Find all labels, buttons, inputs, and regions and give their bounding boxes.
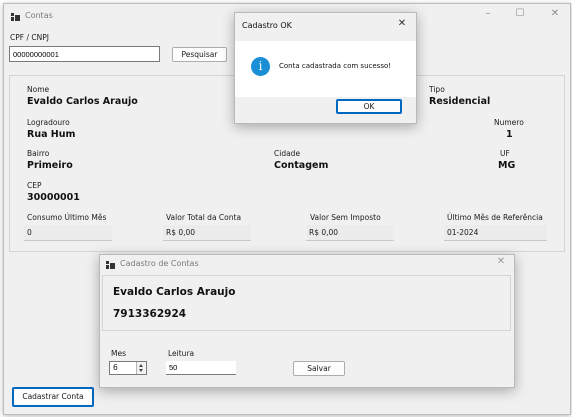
info-icon: i [251,57,270,76]
window-title: Contas [25,11,53,20]
bairro-value: Primeiro [27,160,73,171]
valor-sem-imposto-label: Valor Sem Imposto [310,213,381,222]
consumo-label: Consumo Último Mês [27,213,107,222]
register-dialog-title: Cadastro de Contas [120,259,199,268]
uf-label: UF [500,149,510,158]
uf-value: MG [498,160,516,171]
leitura-label: Leitura [168,349,195,358]
cadastro-de-contas-dialog: Cadastro de Contas ✕ Evaldo Carlos Arauj… [99,254,515,388]
ok-button[interactable]: OK [336,99,402,114]
customer-name: Evaldo Carlos Araujo [113,286,236,298]
maximize-button[interactable]: ☐ [513,8,527,19]
mes-stepper[interactable]: 6 [109,361,147,375]
cpf-input[interactable] [9,46,160,62]
message-text: Conta cadastrada com sucesso! [279,62,392,70]
cep-value: 30000001 [27,192,80,203]
minimize-button[interactable]: – [481,8,495,19]
stepper-arrows[interactable] [136,362,146,374]
message-box-close-button[interactable]: ✕ [395,18,409,29]
cadastro-ok-dialog: Cadastro OK ✕ i Conta cadastrada com suc… [234,12,417,124]
message-box-title: Cadastro OK [242,21,292,30]
nome-label: Nome [27,85,50,94]
search-button[interactable]: Pesquisar [172,47,227,62]
cep-label: CEP [27,181,42,190]
consumo-field: 0 [24,225,112,241]
mes-value: 6 [113,363,118,372]
register-dialog-close-button[interactable]: ✕ [494,256,508,267]
logradouro-label: Logradouro [27,118,70,127]
valor-sem-imposto-field: R$ 0,00 [306,225,394,241]
cidade-value: Contagem [274,160,329,171]
customer-number: 7913362924 [113,308,187,320]
chevron-up-icon[interactable] [139,364,143,367]
tipo-value: Residencial [429,96,491,107]
ultimo-mes-label: Último Mês de Referência [447,213,543,222]
numero-value: 1 [506,129,513,140]
ultimo-mes-field: 01-2024 [444,225,547,241]
bairro-label: Bairro [27,149,50,158]
customer-info-group [102,275,511,331]
dialog-app-icon [106,260,115,269]
salvar-button[interactable]: Salvar [293,361,345,376]
valor-total-label: Valor Total da Conta [166,213,242,222]
numero-label: Numero [494,118,524,127]
cpf-label: CPF / CNPJ [10,33,49,42]
app-icon [11,12,20,21]
close-button[interactable]: ✕ [548,8,562,19]
valor-total-field: R$ 0,00 [163,225,251,241]
mes-label: Mes [111,349,126,358]
cidade-label: Cidade [274,149,301,158]
chevron-down-icon[interactable] [139,369,143,372]
tipo-label: Tipo [429,85,445,94]
nome-value: Evaldo Carlos Araujo [27,96,138,107]
cadastrar-conta-button[interactable]: Cadastrar Conta [12,387,94,407]
logradouro-value: Rua Hum [27,129,76,140]
leitura-input[interactable] [166,361,236,375]
